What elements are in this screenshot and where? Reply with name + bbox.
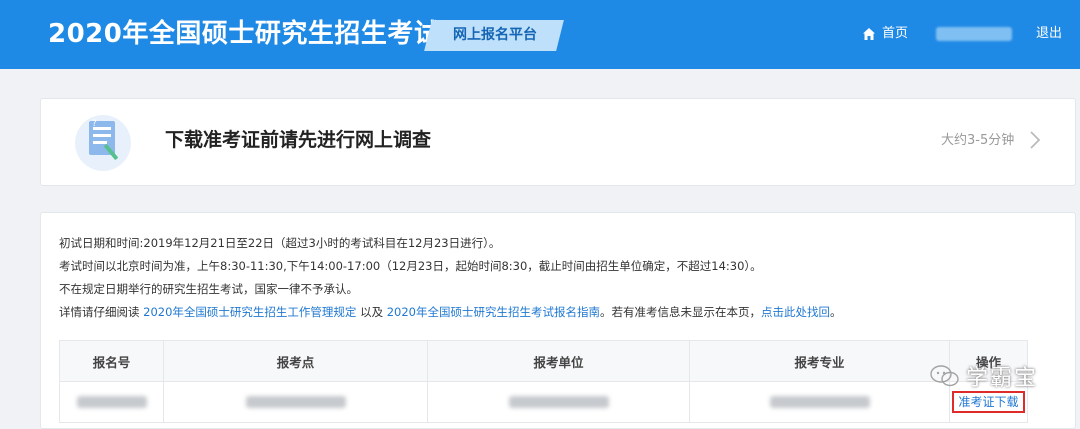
survey-title: 下载准考证前请先进行网上调查: [165, 129, 432, 151]
watermark-text: 学霸宝: [966, 366, 1039, 391]
col-header-reg-no: 报名号: [59, 340, 164, 382]
table-header-row: 报名号 报考点 报考单位 报考专业 操作: [59, 340, 1028, 382]
col-header-major: 报考专业: [689, 340, 950, 382]
info-reading-guide: 详情请仔细阅读 2020年全国硕士研究生招生工作管理规定 以及 2020年全国硕…: [59, 303, 842, 321]
exam-info-card: 初试日期和时间:2019年12月21日至22日（超过3小时的考试科目在12月23…: [40, 212, 1076, 429]
cell-exam-site-redacted: [163, 381, 428, 423]
chevron-right-icon[interactable]: [1027, 129, 1043, 151]
col-header-exam-site: 报考点: [163, 340, 428, 382]
top-header: 2020年全国硕士研究生招生考试 网上报名平台 首页 退出: [0, 0, 1080, 69]
admission-download-button[interactable]: 准考证下载: [952, 391, 1025, 413]
logout-link[interactable]: 退出: [1036, 24, 1062, 44]
cell-reg-no-redacted: [59, 381, 164, 423]
survey-time-hint: 大约3-5分钟: [941, 133, 1015, 148]
guide-prefix: 详情请仔细阅读: [59, 305, 144, 319]
guide-end: 。: [830, 305, 842, 319]
info-exam-notice: 不在规定日期举行的研究生招生考试，国家一律不予承认。: [59, 282, 358, 296]
guide-mid: 以及: [356, 305, 387, 319]
table-row: 准考证下载: [59, 381, 1028, 423]
home-label: 首页: [882, 26, 909, 41]
col-header-unit: 报考单位: [427, 340, 690, 382]
user-name-redacted: [936, 27, 1012, 41]
svg-text:?: ?: [92, 119, 97, 129]
guide-mid2: 。若有准考信息未显示在本页，: [600, 305, 761, 319]
questionnaire-icon: ?: [75, 115, 131, 171]
survey-card[interactable]: ? 下载准考证前请先进行网上调查 大约3-5分钟: [40, 98, 1076, 186]
wechat-icon: [930, 365, 959, 387]
cell-major-redacted: [689, 381, 950, 423]
admission-table: 报名号 报考点 报考单位 报考专业 操作 准考证下载: [59, 340, 1028, 423]
exam-title: 2020年全国硕士研究生招生考试: [48, 19, 441, 49]
info-exam-time: 考试时间以北京时间为准，上午8:30-11:30,下午14:00-17:00（1…: [59, 259, 762, 273]
application-guide-link[interactable]: 2020年全国硕士研究生招生考试报名指南: [387, 305, 600, 319]
home-link[interactable]: 首页: [862, 24, 908, 44]
recover-link[interactable]: 点击此处找回: [761, 305, 830, 319]
watermark: 学霸宝: [930, 360, 1038, 392]
platform-label: 网上报名平台: [453, 27, 537, 43]
home-icon: [863, 28, 875, 40]
info-exam-date: 初试日期和时间:2019年12月21日至22日（超过3小时的考试科目在12月23…: [59, 236, 501, 250]
regulation-link[interactable]: 2020年全国硕士研究生招生工作管理规定: [143, 305, 356, 319]
cell-unit-redacted: [427, 381, 690, 423]
